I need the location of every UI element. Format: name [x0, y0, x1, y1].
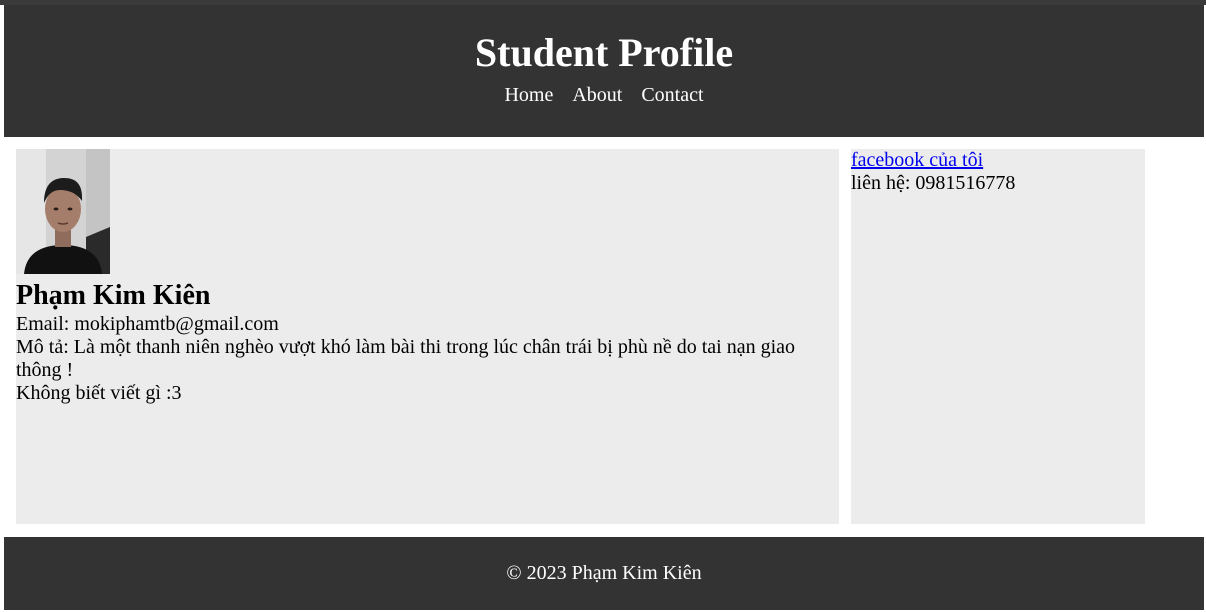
page-footer: © 2023 Phạm Kim Kiên	[4, 537, 1204, 610]
main-nav: Home About Contact	[4, 83, 1204, 107]
profile-section: Phạm Kim Kiên Email: mokiphamtb@gmail.co…	[16, 149, 839, 524]
student-name: Phạm Kim Kiên	[16, 280, 211, 311]
page-title: Student Profile	[474, 30, 734, 75]
facebook-link[interactable]: facebook của tôi	[851, 149, 1145, 172]
nav-contact-link[interactable]: Contact	[641, 84, 703, 106]
description-text: Mô tả: Là một thanh niên nghèo vượt khó …	[16, 336, 796, 381]
profile-details: Phạm Kim Kiên Email: mokiphamtb@gmail.co…	[16, 279, 826, 405]
extra-text: Không biết viết gì :3	[16, 382, 182, 404]
footer-copyright: © 2023 Phạm Kim Kiên	[506, 562, 702, 584]
nav-home-link[interactable]: Home	[504, 84, 553, 106]
email-text: Email: mokiphamtb@gmail.com	[16, 313, 279, 335]
sidebar: facebook của tôi liên hệ: 0981516778	[851, 149, 1145, 524]
profile-photo	[16, 149, 110, 274]
nav-about-link[interactable]: About	[572, 84, 622, 106]
page-header: Student Profile Home About Contact	[4, 5, 1204, 137]
person-photo-icon	[16, 149, 110, 274]
contact-text: liên hệ: 0981516778	[851, 172, 1016, 194]
